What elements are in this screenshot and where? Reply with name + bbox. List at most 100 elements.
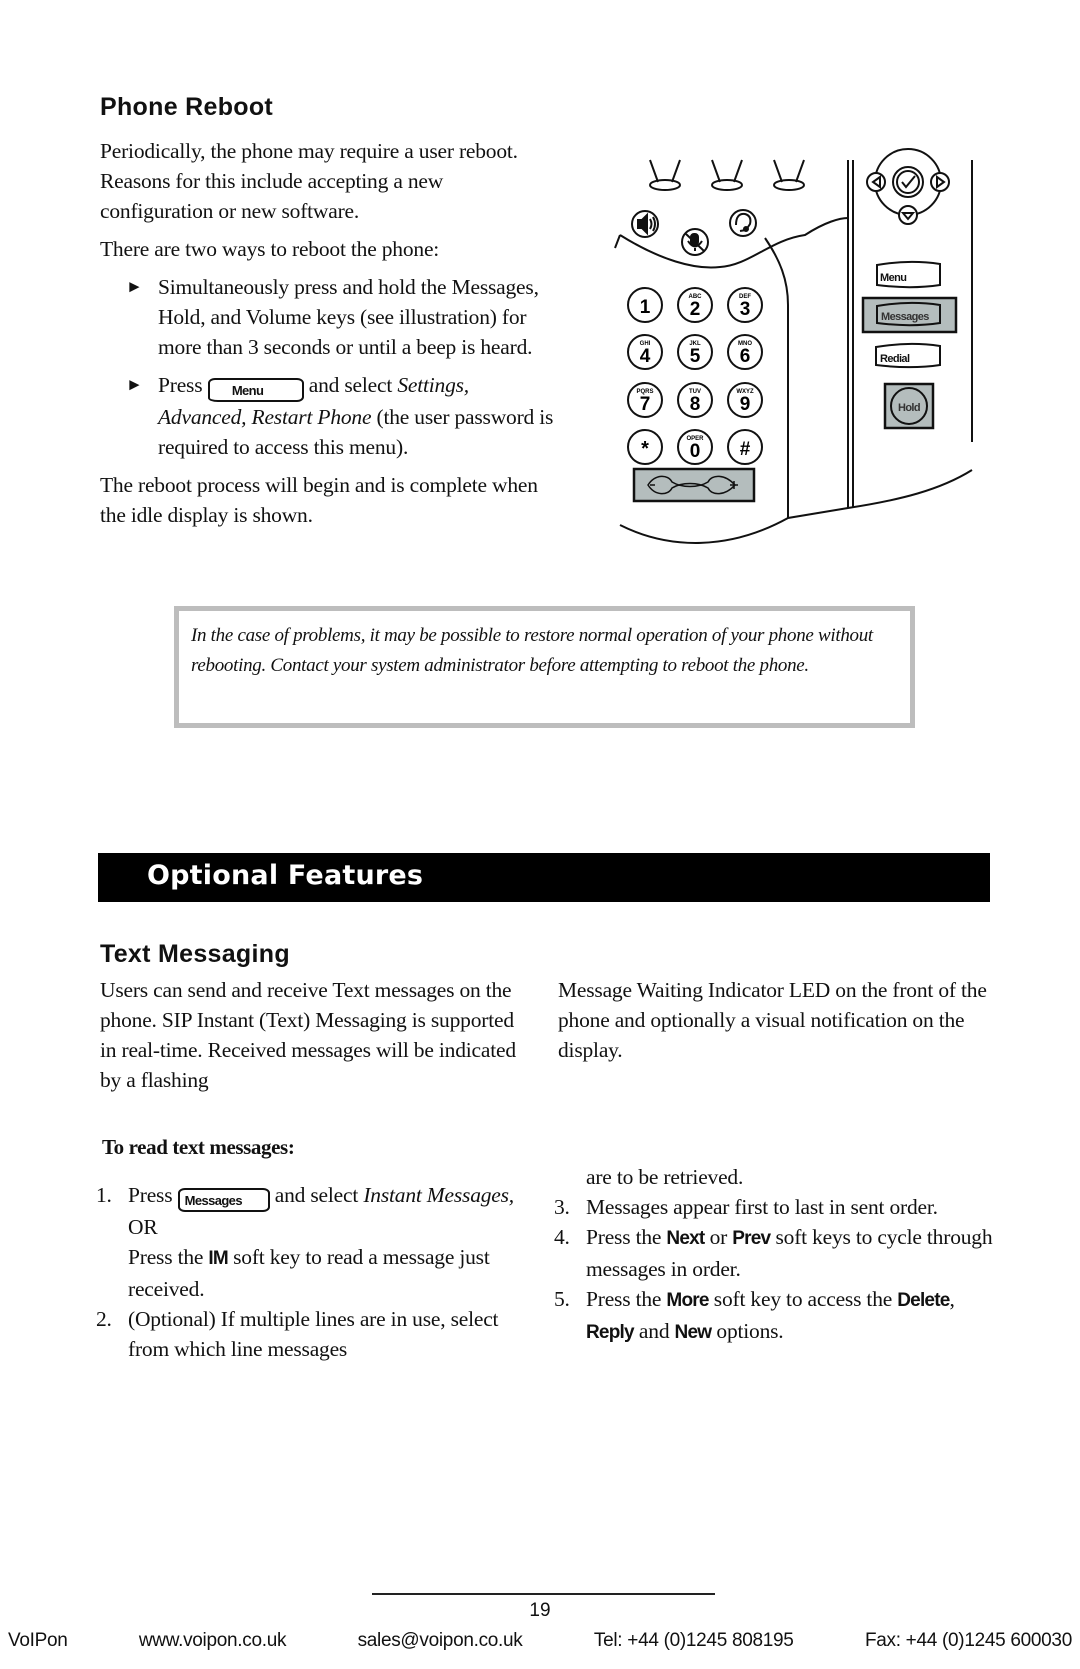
or-label: OR	[128, 1215, 158, 1239]
speaker-icon	[631, 210, 659, 238]
footer-rule	[372, 1593, 715, 1595]
press-label: Press	[158, 373, 203, 397]
phone-reboot-ways: There are two ways to reboot the phone:	[100, 237, 440, 261]
step-text: soft key to access the	[708, 1287, 898, 1311]
headset-icon	[729, 209, 757, 237]
next-softkey: Next	[666, 1228, 705, 1249]
step-4: 4. Press the Next or Prev soft keys to c…	[528, 1222, 998, 1284]
keypad-letters: OPER	[686, 436, 704, 442]
menu-key-label: Menu	[880, 272, 906, 284]
select-label: and select	[303, 373, 398, 397]
footer-email[interactable]: sales@voipon.co.uk	[358, 1630, 523, 1652]
step-number: 5.	[554, 1287, 570, 1311]
section-title: Optional Features	[147, 860, 424, 891]
press-label: Press	[128, 1183, 173, 1207]
redial-key-label: Redial	[880, 353, 910, 365]
footer-fax: Fax: +44 (0)1245 600030	[864, 1630, 1072, 1651]
step-text: options.	[711, 1319, 784, 1343]
menu-key-icon: Menu	[207, 378, 304, 402]
keypad-letters: JKL	[689, 341, 701, 347]
step-text: ,	[949, 1287, 955, 1311]
keypad-key-6: 6MNO	[727, 334, 763, 370]
keypad-digit: 4	[640, 346, 651, 367]
keypad-letters: GHI	[640, 341, 651, 347]
step-2-continued: are to be retrieved.	[528, 1162, 998, 1192]
step-text: Press the	[586, 1287, 667, 1311]
step-text: (Optional) If multiple lines are in use,…	[128, 1307, 499, 1361]
keypad-letters: WXYZ	[736, 389, 754, 395]
keypad-digit: 1	[640, 297, 651, 318]
step-number: 4.	[554, 1225, 570, 1249]
keypad-letters: DEF	[739, 294, 751, 300]
phone-reboot-heading: Phone Reboot	[100, 93, 274, 121]
mute-icon	[681, 228, 709, 256]
keypad-letters: PQRS	[636, 389, 653, 395]
text-messaging-para-left: Users can send and receive Text messages…	[100, 978, 516, 1092]
line-key-1-icon	[649, 159, 681, 191]
select-label: and select	[269, 1183, 364, 1207]
keypad-key-3: 3DEF	[727, 287, 763, 323]
reboot-method-2: ► Press Menu and select Settings, Advanc…	[100, 370, 560, 462]
text-messaging-para-right: Message Waiting Indicator LED on the fro…	[558, 978, 987, 1062]
footer-website[interactable]: www.voipon.co.uk	[139, 1630, 287, 1652]
text-messaging-heading: Text Messaging	[100, 940, 290, 968]
keypad-digit: 9	[740, 394, 751, 415]
keypad-letters: MNO	[738, 341, 752, 347]
steps-right: are to be retrieved. 3. Messages appear …	[528, 1162, 998, 1348]
line-key-2-icon	[711, 159, 743, 191]
step-text: or	[704, 1225, 733, 1249]
note-text: In the case of problems, it may be possi…	[191, 625, 873, 676]
line-key-3-icon	[773, 159, 805, 191]
step-2: 2. (Optional) If multiple lines are in u…	[70, 1304, 520, 1372]
hold-key-label: Hold	[898, 402, 920, 414]
step-text: Press the	[586, 1225, 667, 1249]
keypad-digit: *	[641, 438, 649, 460]
phone-reboot-outro: The reboot process will begin and is com…	[100, 473, 538, 527]
keypad-key-hash: #	[727, 429, 763, 465]
reply-softkey: Reply	[586, 1322, 635, 1343]
menu-path: Instant Messages,	[363, 1183, 514, 1207]
keypad-digit: 6	[740, 346, 751, 367]
step-number: 1.	[96, 1183, 112, 1207]
bullet-arrow-icon: ►	[126, 277, 143, 296]
keypad-letters: TUV	[689, 389, 701, 395]
delete-softkey: Delete	[897, 1290, 950, 1311]
keypad-key-4: 4GHI	[627, 334, 663, 370]
procedure-title: To read text messages:	[102, 1135, 295, 1159]
reboot-method-1: ► Simultaneously press and hold the Mess…	[100, 272, 560, 362]
keypad-key-2: 2ABC	[677, 287, 713, 323]
im-softkey: IM	[208, 1248, 228, 1269]
keypad-digit: 7	[640, 394, 651, 415]
keypad-letters: ABC	[689, 294, 703, 300]
keypad-digit: 0	[690, 441, 701, 462]
prev-softkey: Prev	[732, 1228, 771, 1249]
reboot-method-1-text: Simultaneously press and hold the Messag…	[158, 275, 539, 359]
keypad-digit: 3	[740, 299, 751, 320]
step-text: are to be retrieved.	[586, 1165, 744, 1189]
steps-left: 1. Press Messages and select Instant Mes…	[70, 1180, 520, 1372]
keypad-key-7: 7PQRS	[627, 382, 663, 418]
keypad-digit: #	[740, 439, 751, 460]
page-number: 19	[529, 1600, 551, 1621]
section-band: Optional Features	[98, 853, 990, 902]
footer-tel: Tel: +44 (0)1245 808195	[593, 1630, 794, 1651]
phone-reboot-intro: Periodically, the phone may require a us…	[100, 139, 518, 223]
step-3: 3. Messages appear first to last in sent…	[528, 1192, 998, 1222]
step-5: 5. Press the More soft key to access the…	[528, 1284, 998, 1348]
phone-reboot-text: Periodically, the phone may require a us…	[100, 136, 560, 530]
footer: VoIPon www.voipon.co.uk sales@voipon.co.…	[8, 1630, 1072, 1652]
step-text: Messages appear first to last in sent or…	[586, 1195, 938, 1219]
step-number: 3.	[554, 1195, 570, 1219]
step-text: and	[633, 1319, 675, 1343]
keypad-key-9: 9WXYZ	[727, 382, 763, 418]
messages-key-label: Messages	[881, 311, 929, 323]
keypad: 1 2ABC 3DEF 4GHI 5JKL 6MNO 7PQRS 8TUV 9WXYZ * 0OPE…	[627, 287, 763, 465]
messages-key-icon: Messages	[177, 1188, 270, 1212]
step-number: 2.	[96, 1307, 112, 1331]
alt-text: Press the	[128, 1245, 209, 1269]
keypad-digit: 5	[690, 346, 701, 367]
more-softkey: More	[666, 1290, 709, 1311]
keypad-key-8: 8TUV	[677, 382, 713, 418]
keypad-key-5: 5JKL	[677, 334, 713, 370]
footer-company: VoIPon	[8, 1630, 68, 1651]
